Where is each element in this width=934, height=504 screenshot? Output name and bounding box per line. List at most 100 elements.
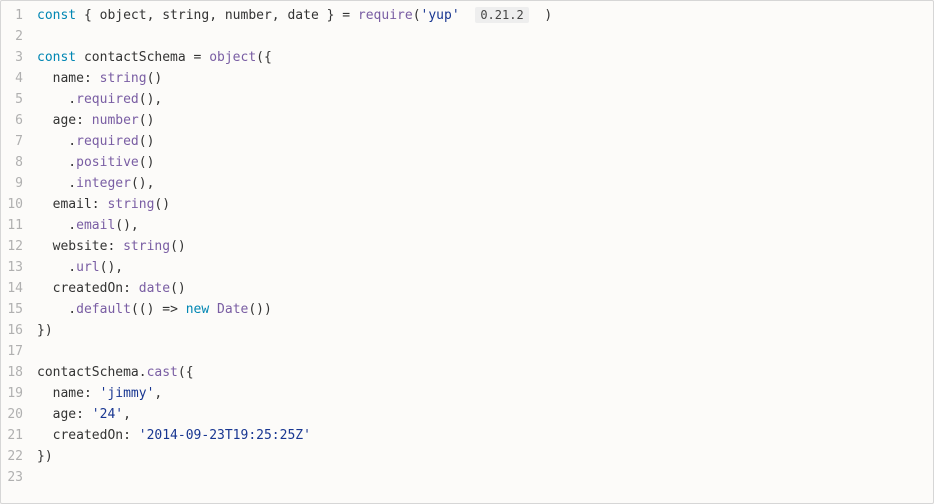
line-number: 4 [1,68,23,89]
fn-required: required [76,134,139,149]
equals: = [342,8,358,23]
package-name: 'yup' [421,8,460,23]
prop-key: name: [53,71,100,86]
spacer [529,8,545,23]
line-number: 3 [1,47,23,68]
paren-open: ( [413,8,421,23]
parens: () [170,239,186,254]
line-number: 17 [1,341,23,362]
fn-object: object [209,50,256,65]
line-number-gutter: 1234567891011121314151617181920212223 [1,1,29,503]
indent: . [37,218,76,233]
comma: , [123,407,131,422]
code-line: .required(), [37,89,933,110]
string-value: '2014-09-23T19:25:25Z' [139,428,311,443]
parens: () [154,197,170,212]
code-line: createdOn: '2014-09-23T19:25:25Z' [37,425,933,446]
paren-close: ) [544,8,552,23]
code-line: age: '24', [37,404,933,425]
code-line: .required() [37,131,933,152]
line-number: 6 [1,110,23,131]
prop-key: createdOn: [53,428,139,443]
arrow-fn: (() => [131,302,186,317]
fn-string: string [107,197,154,212]
indent [37,197,53,212]
indent: . [37,176,76,191]
fn-url: url [76,260,99,275]
fn-email: email [76,218,115,233]
parens: () [147,71,163,86]
var-name: contactSchema [76,50,193,65]
parens: (), [100,260,123,275]
line-number: 2 [1,26,23,47]
line-number: 20 [1,404,23,425]
indent [37,239,53,254]
spacer [209,302,217,317]
version-badge[interactable]: 0.21.2 [475,7,528,23]
code-line: }) [37,320,933,341]
indent: . [37,134,76,149]
indent [37,113,53,128]
fn-default: default [76,302,131,317]
prop-key: email: [53,197,108,212]
code-line [37,341,933,362]
code-line: .integer(), [37,173,933,194]
indent: . [37,302,76,317]
line-number: 11 [1,215,23,236]
code-line [37,467,933,488]
prop-key: age: [53,407,92,422]
line-number: 22 [1,446,23,467]
equals: = [194,50,210,65]
indent: . [37,92,76,107]
line-number: 10 [1,194,23,215]
indent [37,386,53,401]
code-line: name: string() [37,68,933,89]
code-line: email: string() [37,194,933,215]
require-fn: require [358,8,413,23]
indent [37,281,53,296]
parens: () [139,113,155,128]
code-line: .url(), [37,257,933,278]
code-line: }) [37,446,933,467]
string-value: '24' [92,407,123,422]
parens: () [139,134,155,149]
line-number: 12 [1,236,23,257]
fn-required: required [76,92,139,107]
fn-number: number [92,113,139,128]
open-brace: ({ [178,365,194,380]
fn-integer: integer [76,176,131,191]
indent [37,407,53,422]
code-line: contactSchema.cast({ [37,362,933,383]
parens: (), [131,176,154,191]
indent: . [37,260,76,275]
parens: () [170,281,186,296]
code-line: const { object, string, number, date } =… [37,5,933,26]
code-block: 1234567891011121314151617181920212223 co… [0,0,934,504]
open-brace: ({ [256,50,272,65]
fn-string: string [100,71,147,86]
prop-key: website: [53,239,123,254]
line-number: 13 [1,257,23,278]
close-brace: }) [37,323,53,338]
fn-date: date [139,281,170,296]
line-number: 5 [1,89,23,110]
keyword-const: const [37,50,76,65]
parens: () [139,155,155,170]
line-number: 1 [1,5,23,26]
code-line [37,26,933,47]
object-ref: contactSchema. [37,365,147,380]
fn-positive: positive [76,155,139,170]
line-number: 14 [1,278,23,299]
parens: (), [139,92,162,107]
fn-string: string [123,239,170,254]
keyword-new: new [186,302,209,317]
code-line: .positive() [37,152,933,173]
comma: , [154,386,162,401]
indent: . [37,155,76,170]
line-number: 8 [1,152,23,173]
code-line: createdOn: date() [37,278,933,299]
code-line: .default(() => new Date()) [37,299,933,320]
prop-key: name: [53,386,100,401]
fn-cast: cast [147,365,178,380]
line-number: 18 [1,362,23,383]
